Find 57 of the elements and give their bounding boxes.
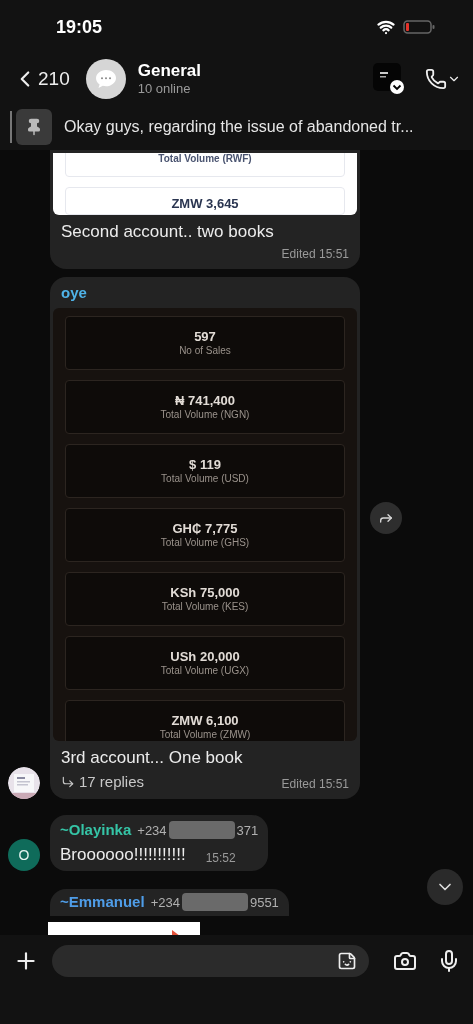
stat-label: Total Volume (NGN): [160, 409, 250, 421]
stat-value: KSh 75,000: [170, 585, 240, 601]
message-time: 15:52: [205, 850, 236, 867]
chat-title: General: [137, 61, 202, 81]
phone-number-start: +234: [150, 893, 180, 912]
stat-value: GH₵ 7,775: [172, 521, 238, 537]
stat-value: ₦ 741,400: [175, 393, 235, 409]
sticker-icon[interactable]: [337, 951, 357, 971]
stat-label: Total Volume (GHS): [160, 537, 250, 549]
phone-icon: [425, 68, 447, 90]
blurred-area: [168, 821, 235, 840]
stat-value: USh 20,000: [170, 649, 240, 665]
wifi-icon: [377, 18, 395, 36]
blurred-area: [181, 893, 248, 912]
stat-value: 597: [194, 329, 216, 345]
screenshot[interactable]: Total Volume (RWF) ZMW 3,645: [53, 153, 357, 215]
replies-link[interactable]: 17 replies: [61, 770, 145, 793]
stat-value: $ 119: [189, 457, 221, 473]
reply-arrow-icon: [61, 774, 75, 789]
message-text: Second account.. two books: [60, 221, 275, 243]
message-bubble[interactable]: [50, 276, 360, 799]
status-time: 19:05: [56, 15, 103, 39]
stat-label: Total Volume (USD): [161, 473, 249, 485]
sender-name: ~Olayinka: [60, 820, 132, 840]
sender-name: oye: [60, 282, 88, 303]
stat-label: Total Volume (UGX): [160, 665, 250, 677]
message-bubble[interactable]: Total Volume (RWF) ZMW 3,645 Second account.. two books Edited 15:51: [50, 150, 360, 269]
group-avatar[interactable]: [85, 59, 126, 99]
back-button[interactable]: 210: [12, 64, 70, 94]
message-bubble[interactable]: ~Olayinka +234 371 Broooooo!!!!!!!!!!! 15:52: [50, 815, 269, 871]
stat-label: Total Volume (ZMW): [159, 729, 251, 741]
stat-label: No of Sales: [179, 345, 231, 357]
phone-number-end: 371: [236, 821, 259, 840]
screenshot[interactable]: 597 No of Sales ₦ 741,400 Total Volume (NGN) $ 119 Total Volume (USD) GH₵ 7,775 Total Volume (GHS) KSh 75,000 Total Volume (KES) USh 20,000 Total Volume (UGX) ZMW 6,100 Total Volume (ZMW): [53, 308, 357, 741]
stat-label: Total Volume (KES): [161, 601, 249, 613]
pinned-message[interactable]: Okay guys, regarding the issue of abandoned tr...: [64, 115, 414, 139]
message-text: 3rd account... One book: [60, 747, 244, 769]
chat-subtitle: 10 online: [137, 81, 192, 97]
stat-label: Total Volume (RWF): [158, 153, 252, 165]
stat-value: ZMW 3,645: [171, 196, 239, 212]
message-bubble[interactable]: ~Emmanuel +234 9551: [50, 889, 289, 916]
phone-number-start: +234: [137, 821, 167, 840]
message-time: Edited 15:51: [281, 245, 349, 263]
phone-number-end: 9551: [249, 893, 279, 912]
message-input[interactable]: [52, 945, 369, 977]
message-text: Broooooo!!!!!!!!!!!: [60, 843, 186, 866]
pin-icon: [25, 118, 43, 136]
speech-bubble-icon: [94, 69, 117, 89]
stat-value: ZMW 6,100: [171, 713, 239, 729]
message-time: Edited 15:51: [281, 776, 349, 793]
call-button[interactable]: [425, 68, 461, 90]
camera-icon: [393, 949, 417, 973]
forward-button[interactable]: [370, 501, 402, 534]
battery-icon: [403, 20, 435, 34]
sender-name: ~Emmanuel: [60, 892, 145, 912]
app-logo-icon[interactable]: [373, 63, 405, 95]
avatar[interactable]: O: [8, 839, 40, 871]
